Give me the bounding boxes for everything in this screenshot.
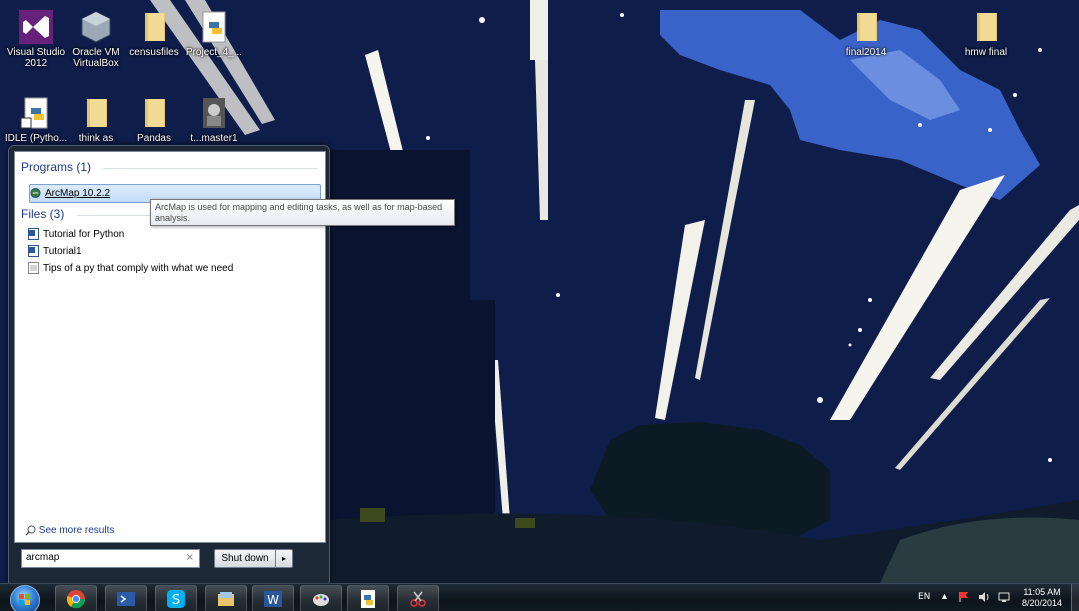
taskbar-paint[interactable]: [300, 585, 342, 611]
python-icon: [361, 590, 375, 608]
word-doc-icon: [28, 245, 39, 258]
desktop-icon-project4[interactable]: Project_4_...: [180, 10, 248, 58]
result-item-file[interactable]: Tutorial for Python: [28, 226, 124, 243]
desktop-icon-label: Project_4_...: [185, 47, 243, 58]
skype-icon: S: [167, 590, 185, 608]
search-icon: [25, 525, 36, 536]
svg-text:W: W: [267, 593, 279, 607]
clear-search-icon[interactable]: ×: [186, 552, 194, 563]
folder-icon: [857, 13, 877, 41]
result-label: Tutorial1: [43, 246, 82, 257]
system-clock[interactable]: 11:05 AM 8/20/2014: [1018, 587, 1066, 609]
desktop-icon-censusfiles[interactable]: censusfiles: [120, 10, 188, 58]
result-label: ArcMap 10.2.2: [45, 188, 111, 199]
action-center-flag-icon[interactable]: [958, 591, 970, 606]
taskbar-python[interactable]: [347, 585, 389, 611]
taskbar-chrome[interactable]: [55, 585, 97, 611]
word-icon: W: [264, 591, 282, 607]
virtualbox-icon: [81, 11, 111, 43]
show-desktop-button[interactable]: [1071, 584, 1079, 611]
desktop-icon-label: hmw final: [964, 47, 1008, 58]
image-icon: [203, 98, 225, 128]
explorer-icon: [218, 592, 234, 606]
clock-time: 11:05 AM: [1023, 587, 1061, 597]
see-more-results-link[interactable]: See more results: [25, 525, 114, 536]
windows-logo-icon: [19, 594, 30, 605]
volume-icon[interactable]: [978, 591, 990, 606]
taskbar: S W EN ▴ 11:05 AM 8/20/2014: [0, 583, 1079, 611]
desktop-icon-label: t...master1: [190, 133, 238, 144]
files-group-header[interactable]: Files (3): [21, 207, 64, 221]
shutdown-options-arrow-icon[interactable]: ▸: [275, 549, 293, 568]
folder-icon: [145, 99, 165, 127]
result-label: Tips of a py that comply with what we ne…: [43, 263, 234, 274]
taskbar-skype[interactable]: S: [155, 585, 197, 611]
desktop-icon-master1[interactable]: t...master1: [180, 96, 248, 144]
desktop-icon-label: Pandas: [137, 133, 171, 144]
desktop-icon-visual-studio[interactable]: Visual Studio 2012: [2, 10, 70, 69]
taskbar-powershell[interactable]: [105, 585, 147, 611]
network-icon[interactable]: [998, 591, 1010, 606]
clock-date: 8/20/2014: [1021, 598, 1063, 608]
folder-icon: [145, 13, 165, 41]
show-hidden-icons-button[interactable]: ▴: [942, 591, 947, 602]
start-search-input[interactable]: arcmap ×: [21, 549, 200, 568]
python-file-icon: [202, 11, 226, 43]
taskbar-word[interactable]: W: [252, 585, 294, 611]
paint-icon: [313, 594, 329, 606]
text-file-icon: [28, 262, 39, 275]
desktop-icon-label: Visual Studio 2012: [6, 47, 66, 69]
chrome-icon: [66, 590, 86, 609]
taskbar-snipping-tool[interactable]: [397, 585, 439, 611]
desktop-icon-final2014[interactable]: final2014: [832, 10, 900, 58]
taskbar-explorer[interactable]: [205, 585, 247, 611]
folder-icon: [87, 99, 107, 127]
powershell-icon: [117, 592, 135, 606]
result-item-file[interactable]: Tutorial1: [28, 243, 82, 260]
group-divider: [103, 168, 317, 169]
desktop-icon-label: censusfiles: [129, 47, 179, 58]
desktop-icon-pandas[interactable]: Pandas: [120, 96, 188, 144]
shutdown-button[interactable]: Shut down: [214, 549, 276, 568]
language-indicator[interactable]: EN: [918, 592, 930, 602]
arcmap-tooltip: ArcMap is used for mapping and editing t…: [150, 199, 455, 226]
arcmap-icon: [30, 188, 41, 199]
programs-group-header[interactable]: Programs (1): [21, 160, 91, 174]
desktop-icon-hmw-final[interactable]: hmw final: [952, 10, 1020, 58]
folder-icon: [977, 13, 997, 41]
word-doc-icon: [28, 228, 39, 241]
search-input-value: arcmap: [26, 552, 60, 563]
start-button[interactable]: [10, 585, 40, 611]
desktop: Visual Studio 2012 Oracle VM VirtualBox …: [0, 0, 1079, 611]
result-item-file[interactable]: Tips of a py that comply with what we ne…: [28, 260, 233, 277]
idle-shortcut-icon: [20, 97, 48, 129]
result-label: Tutorial for Python: [43, 229, 125, 240]
see-more-label: See more results: [38, 525, 115, 537]
visual-studio-icon: [19, 10, 53, 44]
desktop-icon-label: final2014: [845, 47, 887, 58]
snipping-tool-icon: [410, 591, 426, 607]
svg-text:S: S: [172, 593, 180, 608]
desktop-icon-label: IDLE (Pytho...: [4, 133, 68, 144]
desktop-icon-idle[interactable]: IDLE (Pytho...: [2, 96, 70, 144]
